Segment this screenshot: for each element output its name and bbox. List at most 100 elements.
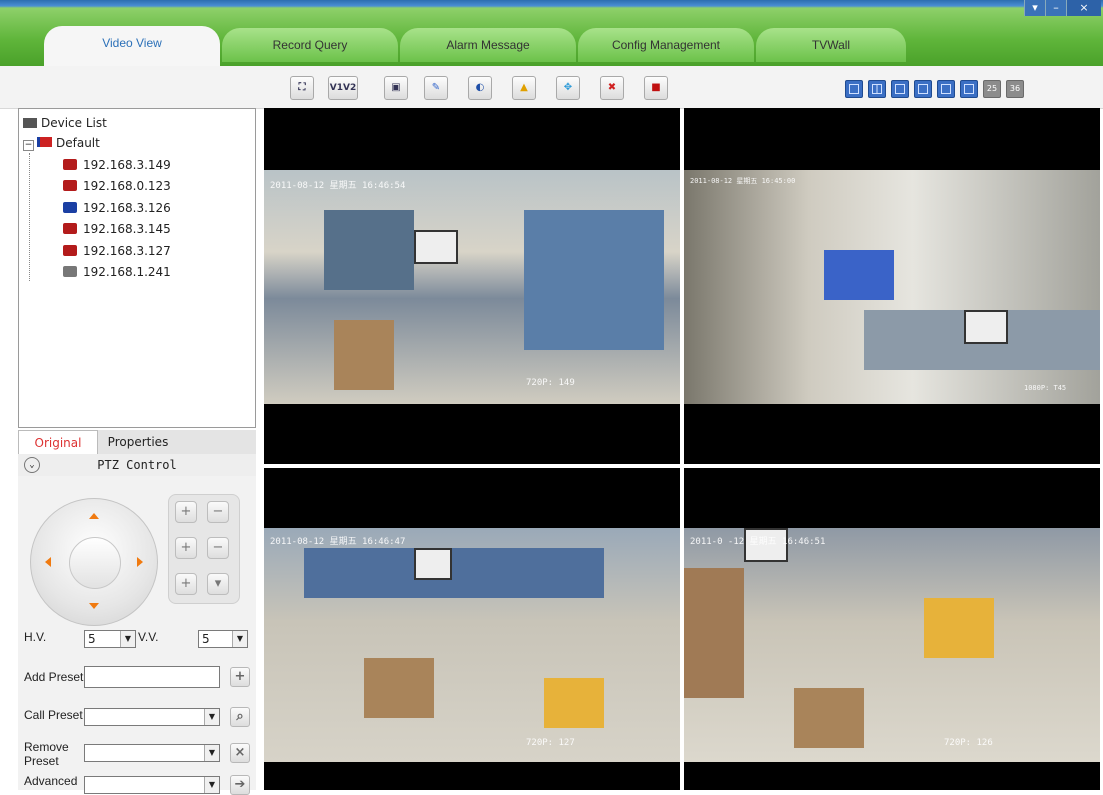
brush-icon[interactable]: ✎ [424, 76, 448, 100]
iris-close-icon[interactable]: ▾ [207, 573, 229, 595]
ptz-control-panel: + − + − + ▾ H.V. 5 ▼ V.V. 5 ▼ Add Preset +… [18, 476, 256, 795]
video-caption: 1080P: T45 [1024, 384, 1067, 392]
add-preset-input[interactable] [84, 666, 220, 688]
device-item[interactable]: 192.168.3.126 [63, 198, 171, 218]
pan-right-icon[interactable] [137, 557, 143, 567]
device-ip: 192.168.0.123 [83, 179, 171, 193]
ptz-center-button[interactable] [69, 537, 121, 589]
cubicle-partition [304, 548, 604, 598]
alarm-bell-icon[interactable]: ▲ [512, 76, 536, 100]
device-item[interactable]: 192.168.3.149 [63, 155, 171, 175]
menu-dropdown-icon[interactable]: ▾ [1024, 0, 1045, 16]
ptz-direction-icon[interactable]: ✥ [556, 76, 580, 100]
collapse-ptz-icon[interactable]: ⌄ [24, 457, 40, 473]
remove-preset-select[interactable]: ▼ [84, 744, 220, 762]
chevron-down-icon[interactable]: ▼ [204, 709, 219, 725]
group-default[interactable]: − Default [23, 133, 100, 153]
hv-select[interactable]: 5 ▼ [84, 630, 136, 648]
vv-label: V.V. [138, 630, 159, 644]
record-icon[interactable]: ■ [644, 76, 668, 100]
focus-near-icon[interactable]: + [175, 537, 197, 559]
layout-36-icon[interactable]: 36 [1006, 80, 1024, 98]
camera-offline-icon [63, 266, 77, 277]
search-icon[interactable]: ⌕ [230, 707, 250, 727]
device-item[interactable]: 192.168.3.145 [63, 219, 171, 239]
device-ip: 192.168.3.126 [83, 201, 171, 215]
group-icon [37, 137, 52, 147]
title-bar: Video View Record Query Alarm Message Co… [0, 0, 1103, 66]
layout-9-icon[interactable] [937, 80, 955, 98]
camera-feed-image [684, 170, 1100, 404]
advanced-select[interactable]: ▼ [84, 776, 220, 794]
pan-up-icon[interactable] [89, 513, 99, 519]
layout-25-icon[interactable]: 25 [983, 80, 1001, 98]
video-panel-3[interactable]: 2011-08-12 星期五 16:46:47 720P: 127 [264, 468, 680, 790]
layout-1-icon[interactable] [845, 80, 863, 98]
camera-feed-image [684, 528, 1100, 762]
cubicle-partition [324, 210, 414, 290]
remove-preset-button[interactable]: × [230, 743, 250, 763]
tab-config-management[interactable]: Config Management [578, 28, 754, 62]
tab-record-query[interactable]: Record Query [222, 28, 398, 62]
chevron-down-icon[interactable]: ▼ [232, 631, 247, 647]
tab-tvwall[interactable]: TVWall [756, 28, 906, 62]
tab-alarm-message[interactable]: Alarm Message [400, 28, 576, 62]
call-preset-select[interactable]: ▼ [84, 708, 220, 726]
device-list-label: Device List [41, 116, 107, 130]
boxes [544, 678, 604, 728]
hv-label: H.V. [24, 630, 47, 644]
device-ip: 192.168.3.127 [83, 244, 171, 258]
layout-16-icon[interactable] [960, 80, 978, 98]
collapse-icon[interactable]: − [23, 140, 34, 151]
video-panel-1[interactable]: 2011-08-12 星期五 16:46:54 720P: 149 [264, 108, 680, 464]
device-ip: 192.168.1.241 [83, 265, 171, 279]
snapshot-icon[interactable]: ▣ [384, 76, 408, 100]
video-timestamp: 2011-08-12 星期五 16:46:54 [270, 181, 406, 191]
ptz-header: ⌄ PTZ Control [18, 454, 256, 477]
iris-open-icon[interactable]: + [175, 573, 197, 595]
camera-feed-image [264, 170, 680, 404]
advanced-go-button[interactable]: ➔ [230, 775, 250, 795]
camera-online-icon [63, 180, 77, 191]
camera-feed-image [264, 528, 680, 762]
tab-properties[interactable]: Properties [98, 430, 178, 454]
vv-select[interactable]: 5 ▼ [198, 630, 248, 648]
toolbar: ⛶ V1V2 ▣ ✎ ◐ ▲ ✥ ✖ ■ 25 36 [0, 66, 1103, 109]
focus-far-icon[interactable]: − [207, 537, 229, 559]
audio-icon[interactable]: ◐ [468, 76, 492, 100]
fullscreen-icon[interactable]: ⛶ [290, 76, 314, 100]
video-panel-4[interactable]: 2011-0 -12 星期五 16:46:51 720P: 126 [684, 468, 1100, 790]
device-list-root[interactable]: Device List [23, 113, 107, 133]
device-item[interactable]: 192.168.3.127 [63, 241, 171, 261]
call-preset-label: Call Preset [24, 708, 83, 722]
monitor [414, 230, 458, 264]
chevron-down-icon[interactable]: ▼ [204, 745, 219, 761]
left-panel: Device List − Default 192.168.3.149 192.1… [18, 108, 256, 795]
chevron-down-icon[interactable]: ▼ [120, 631, 135, 647]
blue-crates [824, 250, 894, 300]
tab-original[interactable]: Original [18, 430, 98, 454]
device-item[interactable]: 192.168.0.123 [63, 176, 171, 196]
zoom-in-icon[interactable]: + [175, 501, 197, 523]
ptz-direction-pad [30, 498, 158, 626]
v1v2-icon[interactable]: V1V2 [328, 76, 358, 100]
video-panel-2[interactable]: 2011-08-12 星期五 16:45:00 1080P: T45 [684, 108, 1100, 464]
pan-down-icon[interactable] [89, 603, 99, 609]
boxes [334, 320, 394, 390]
add-preset-button[interactable]: + [230, 667, 250, 687]
device-item[interactable]: 192.168.1.241 [63, 262, 171, 282]
zoom-out-icon[interactable]: − [207, 501, 229, 523]
layout-6-icon[interactable] [891, 80, 909, 98]
pan-left-icon[interactable] [45, 557, 51, 567]
stop-icon[interactable]: ✖ [600, 76, 624, 100]
tab-video-view[interactable]: Video View [44, 26, 220, 66]
video-caption: 720P: 126 [944, 738, 993, 748]
chevron-down-icon[interactable]: ▼ [204, 777, 219, 793]
video-timestamp: 2011-0 -12 星期五 16:46:51 [690, 537, 826, 547]
hv-value: 5 [88, 632, 96, 646]
layout-4-icon[interactable] [868, 80, 886, 98]
layout-8-icon[interactable] [914, 80, 932, 98]
minimize-icon[interactable]: – [1045, 0, 1066, 16]
close-icon[interactable]: × [1066, 0, 1101, 16]
device-tree: Device List − Default 192.168.3.149 192.1… [18, 108, 256, 428]
